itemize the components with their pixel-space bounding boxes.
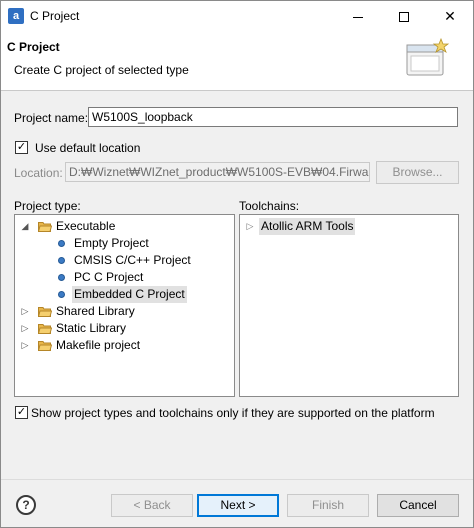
toolchain-item-atollic-arm-tools[interactable]: ▷ Atollic ARM Tools	[243, 218, 453, 235]
location-input[interactable]: D:₩Wiznet₩WIZnet_product₩W5100S-EVB₩04.F…	[65, 162, 370, 182]
tree-item-label: Executable	[56, 219, 116, 233]
new-project-wizard-icon	[406, 37, 450, 76]
help-icon[interactable]: ?	[16, 495, 36, 515]
page-title: C Project	[7, 40, 60, 54]
tree-item-label: Empty Project	[74, 236, 149, 250]
c-project-dialog: a C Project ✕ C Project Create C project…	[0, 0, 474, 528]
folder-icon	[38, 307, 52, 317]
finish-button[interactable]: Finish	[287, 494, 369, 517]
wizard-header: C Project Create C project of selected t…	[1, 31, 473, 91]
project-name-input[interactable]: W5100S_loopback	[88, 107, 458, 127]
window-title: C Project	[30, 9, 80, 23]
minimize-button[interactable]	[335, 1, 381, 31]
close-button[interactable]: ✕	[427, 1, 473, 31]
tree-item-embedded-c-project[interactable]: Embedded C Project	[18, 286, 228, 303]
maximize-icon	[399, 12, 409, 23]
show-supported-only-checkbox[interactable]: ✓	[15, 406, 28, 419]
project-template-icon	[58, 240, 65, 247]
toolchains-list[interactable]: ▷ Atollic ARM Tools	[239, 214, 459, 397]
tree-item-empty-project[interactable]: Empty Project	[18, 235, 228, 252]
tree-item-label: CMSIS C/C++ Project	[74, 253, 191, 267]
toolchain-item-label: Atollic ARM Tools	[259, 218, 356, 235]
tree-item-makefile-project[interactable]: ▷ Makefile project	[18, 337, 228, 354]
app-icon: a	[8, 8, 24, 24]
tree-item-label: Makefile project	[56, 338, 141, 352]
project-type-tree[interactable]: ◢ Executable Empty Project CMSIS C/C++ P…	[14, 214, 235, 397]
tree-item-executable[interactable]: ◢ Executable	[18, 218, 228, 235]
tree-item-shared-library[interactable]: ▷ Shared Library	[18, 303, 228, 320]
show-supported-only-label: Show project types and toolchains only i…	[31, 406, 435, 420]
location-label: Location:	[14, 166, 63, 180]
cancel-button[interactable]: Cancel	[377, 494, 459, 517]
folder-icon	[38, 341, 52, 351]
next-button[interactable]: Next >	[197, 494, 279, 517]
use-default-location-label: Use default location	[35, 141, 141, 155]
project-template-icon	[58, 257, 65, 264]
title-bar: a C Project ✕	[1, 1, 473, 31]
project-name-label: Project name:	[14, 111, 89, 125]
checkmark-icon: ✓	[16, 406, 27, 418]
tree-item-pc-c-project[interactable]: PC C Project	[18, 269, 228, 286]
maximize-button[interactable]	[381, 1, 427, 31]
tree-item-label: PC C Project	[74, 270, 144, 284]
open-folder-icon	[38, 222, 52, 232]
footer-divider	[1, 479, 473, 480]
toolchains-label: Toolchains:	[239, 199, 300, 213]
project-template-icon	[58, 274, 65, 281]
tree-item-label: Shared Library	[56, 304, 135, 318]
browse-button[interactable]: Browse...	[376, 161, 459, 184]
minimize-icon	[353, 16, 363, 18]
toolchain-arrow-icon: ▷	[246, 221, 254, 231]
tree-item-static-library[interactable]: ▷ Static Library	[18, 320, 228, 337]
folder-icon	[38, 324, 52, 334]
project-type-label: Project type:	[14, 199, 81, 213]
tree-item-cmsis-project[interactable]: CMSIS C/C++ Project	[18, 252, 228, 269]
checkmark-icon: ✓	[16, 141, 27, 153]
use-default-location-checkbox[interactable]: ✓	[15, 141, 28, 154]
close-icon: ✕	[444, 8, 456, 24]
back-button[interactable]: < Back	[111, 494, 193, 517]
project-template-icon	[58, 291, 65, 298]
collapsed-arrow-icon[interactable]: ▷	[20, 337, 30, 354]
expanded-arrow-icon[interactable]: ◢	[20, 218, 30, 235]
tree-item-label: Embedded C Project	[72, 286, 187, 303]
tree-item-label: Static Library	[56, 321, 127, 335]
page-description: Create C project of selected type	[14, 63, 189, 77]
collapsed-arrow-icon[interactable]: ▷	[20, 320, 30, 337]
collapsed-arrow-icon[interactable]: ▷	[20, 303, 30, 320]
